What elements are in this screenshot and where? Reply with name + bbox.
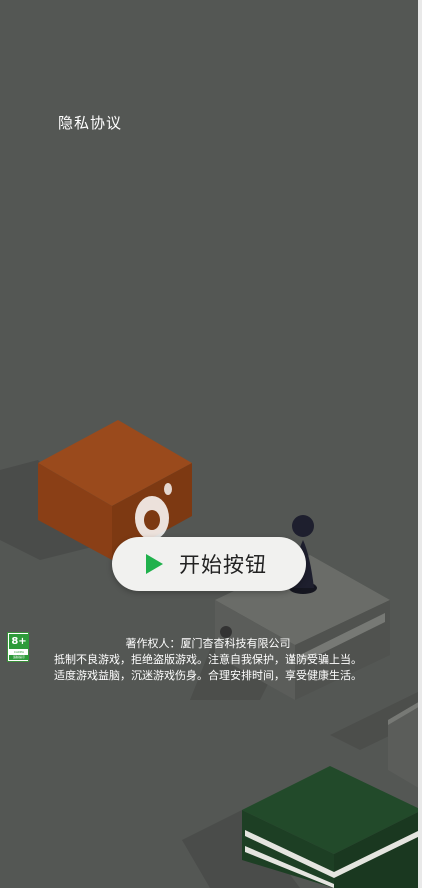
age-rating-number: 8+	[9, 634, 29, 649]
start-button-label: 开始按钮	[179, 553, 267, 577]
screen-edge	[418, 0, 422, 888]
copyright-text: 著作权人：厦门杳杳科技有限公司	[125, 637, 291, 650]
game-scene	[0, 420, 422, 888]
health-notice: 著作权人：厦门杳杳科技有限公司 抵制不良游戏，拒绝盗版游戏。注意自我保护，谨防受…	[38, 636, 378, 684]
age-rating-badge: 8+ CADPA 适龄提示	[7, 632, 29, 662]
play-icon	[146, 554, 163, 574]
age-rating-bar: 适龄提示	[9, 655, 29, 660]
notice-line-1: 抵制不良游戏，拒绝盗版游戏。注意自我保护，谨防受骗上当。	[54, 653, 362, 666]
age-rating-text: CADPA	[13, 650, 25, 654]
notice-line-2: 适度游戏益脑，沉迷游戏伤身。合理安排时间，享受健康生活。	[54, 669, 362, 682]
start-button[interactable]: 开始按钮	[112, 537, 306, 591]
privacy-policy-link[interactable]: 隐私协议	[58, 112, 122, 133]
